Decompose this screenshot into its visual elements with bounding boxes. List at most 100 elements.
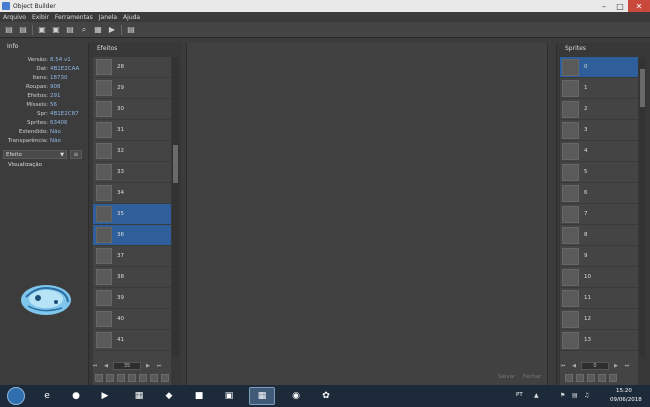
network-icon[interactable]: ▤ [572,392,579,399]
effect-row[interactable]: 29 [93,78,171,99]
export-icon[interactable] [117,374,125,382]
game-client-icon[interactable]: ◆ [156,387,182,405]
next-page-icon[interactable]: ▶ [612,362,620,370]
effects-list[interactable]: 28 29 30 31 32 33 34 35 36 37 38 39 40 41 [93,57,171,395]
volume-icon[interactable]: ♫ [584,392,591,399]
effect-row[interactable]: 33 [93,162,171,183]
last-page-icon[interactable]: ⏭ [155,362,163,370]
category-select[interactable]: Efeito ▼ [3,150,67,159]
sprite-row[interactable]: 9 [560,246,638,267]
import-icon[interactable] [106,374,114,382]
delete-icon[interactable] [161,374,169,382]
tray-arrow-icon[interactable]: ▲ [534,392,541,399]
sprite-row[interactable]: 13 [560,330,638,351]
sprite-row[interactable]: 3 [560,120,638,141]
sprite-row[interactable]: 5 [560,162,638,183]
delete-icon[interactable] [609,374,617,382]
save-button[interactable]: Salvar [498,374,515,380]
add-icon[interactable] [150,374,158,382]
effect-row[interactable]: 30 [93,99,171,120]
sprites-list[interactable]: 0 1 2 3 4 5 6 7 8 9 10 11 12 13 [560,57,638,395]
compile-as-icon[interactable]: ▣ [51,25,61,35]
effect-thumbnail [96,164,112,180]
effect-row[interactable]: 35 [93,204,171,225]
effects-scrollbar[interactable] [172,57,179,357]
compile-icon[interactable]: ▣ [37,25,47,35]
edit-icon[interactable] [128,374,136,382]
media-player-icon[interactable]: ▶ [92,387,118,405]
sprite-row[interactable]: 8 [560,225,638,246]
effect-id: 28 [117,64,124,70]
object-builder-icon[interactable]: ▦ [249,387,275,405]
ie-icon[interactable]: e [34,387,60,405]
prev-page-icon[interactable]: ◀ [570,362,578,370]
effect-row[interactable]: 39 [93,288,171,309]
effect-row[interactable]: 32 [93,141,171,162]
menu-ferramentas[interactable]: Ferramentas [52,14,96,21]
menu-janela[interactable]: Janela [96,14,120,21]
replace-icon[interactable] [565,374,573,382]
effects-scrollbar-thumb[interactable] [173,145,178,183]
minimize-button[interactable]: – [596,0,612,12]
effect-row[interactable]: 41 [93,330,171,351]
open-folder-icon[interactable]: ▤ [18,25,28,35]
sprite-row[interactable]: 0 [560,57,638,78]
flame-app-icon[interactable]: ✿ [313,387,339,405]
language-indicator[interactable]: PT [516,392,523,398]
sprite-row[interactable]: 10 [560,267,638,288]
effect-row[interactable]: 38 [93,267,171,288]
menu-ajuda[interactable]: Ajuda [120,14,143,21]
close-button[interactable]: Fechar [523,374,541,380]
app-icon[interactable]: ▣ [216,387,242,405]
prev-page-icon[interactable]: ◀ [102,362,110,370]
animation-editor-icon[interactable]: ▦ [93,25,103,35]
sprite-row[interactable]: 1 [560,78,638,99]
effect-row[interactable]: 36 [93,225,171,246]
effect-row[interactable]: 37 [93,246,171,267]
maximize-button[interactable]: □ [612,0,628,12]
effect-row[interactable]: 31 [93,120,171,141]
effect-row[interactable]: 34 [93,183,171,204]
sprite-id: 0 [584,64,588,70]
menu-exibir[interactable]: Exibir [29,14,52,21]
start-button[interactable] [0,385,32,407]
sprite-row[interactable]: 6 [560,183,638,204]
first-page-icon[interactable]: ⏮ [91,362,99,370]
effect-row[interactable]: 40 [93,309,171,330]
sprite-row[interactable]: 7 [560,204,638,225]
file-explorer-icon[interactable]: ▦ [126,387,152,405]
winrar-icon[interactable]: ■ [186,387,212,405]
sprite-editor-icon[interactable]: ▤ [126,25,136,35]
effect-row[interactable]: 28 [93,57,171,78]
sprites-scrollbar[interactable] [639,57,646,357]
chevron-down-icon: ▼ [60,151,64,158]
effects-page-input[interactable]: 35 [113,362,141,370]
menu-arquivo[interactable]: Arquivo [0,14,29,21]
sprite-row[interactable]: 4 [560,141,638,162]
clock-time[interactable]: 15:20 [616,388,632,394]
flag-icon[interactable]: ⚑ [560,392,567,399]
search-icon[interactable]: ⌕ [79,25,89,35]
close-window-button[interactable]: ✕ [628,0,650,12]
sprite-row[interactable]: 12 [560,309,638,330]
add-icon[interactable] [598,374,606,382]
clock-date[interactable]: 09/06/2018 [610,397,642,403]
import-icon[interactable] [576,374,584,382]
red-app-icon[interactable]: ◉ [283,387,309,405]
chrome-icon[interactable]: ● [63,387,89,405]
replace-icon[interactable] [95,374,103,382]
new-file-icon[interactable]: ▤ [4,25,14,35]
import-icon[interactable]: ▤ [65,25,75,35]
last-page-icon[interactable]: ⏭ [623,362,631,370]
duplicate-icon[interactable] [139,374,147,382]
object-editor-area[interactable] [186,43,548,385]
play-icon[interactable]: ▶ [107,25,117,35]
sprite-row[interactable]: 2 [560,99,638,120]
sprites-scrollbar-thumb[interactable] [640,69,645,107]
sprite-row[interactable]: 11 [560,288,638,309]
sprites-page-input[interactable]: 0 [581,362,609,370]
next-page-icon[interactable]: ▶ [144,362,152,370]
export-icon[interactable] [587,374,595,382]
first-page-icon[interactable]: ⏮ [559,362,567,370]
category-options-button[interactable]: ≡ [70,150,82,159]
